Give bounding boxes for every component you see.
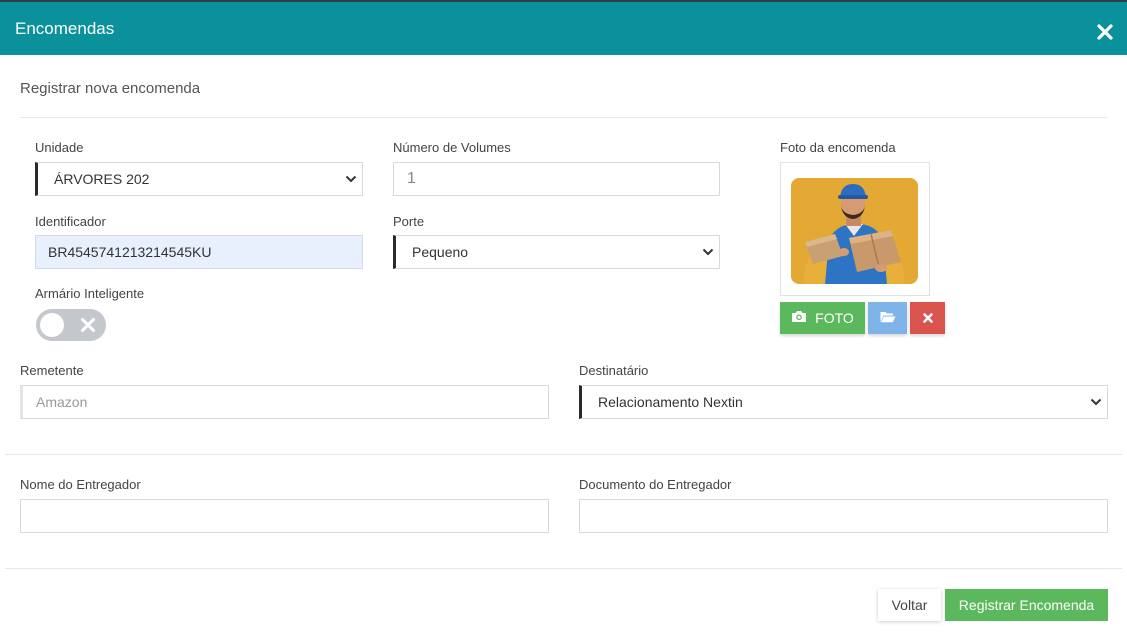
modal-header: Encomendas (0, 2, 1127, 55)
package-photo (791, 178, 918, 284)
destinatario-select[interactable]: Relacionamento Nextin (579, 385, 1108, 419)
volumes-value: 1 (407, 170, 416, 187)
take-photo-button[interactable]: FOTO (780, 302, 865, 334)
documento-entregador-label: Documento do Entregador (579, 477, 732, 492)
unidade-value: ÁRVORES 202 (54, 171, 150, 187)
folder-open-icon (880, 311, 896, 326)
chevron-down-icon (340, 162, 362, 196)
destinatario-label: Destinatário (579, 363, 649, 378)
toggle-knob (40, 313, 64, 337)
camera-icon (791, 310, 807, 326)
divider (5, 568, 1122, 569)
form-subtitle: Registrar nova encomenda (20, 80, 201, 97)
identificador-input[interactable]: BR4545741213214545KU (35, 235, 363, 269)
divider (20, 117, 1107, 118)
volumes-label: Número de Volumes (393, 140, 511, 155)
identificador-value: BR4545741213214545KU (48, 244, 212, 260)
porte-value: Pequeno (412, 244, 469, 260)
armario-toggle[interactable] (36, 309, 106, 341)
destinatario-value: Relacionamento Nextin (598, 394, 743, 410)
registrar-button[interactable]: Registrar Encomenda (945, 589, 1108, 621)
close-icon[interactable] (1095, 22, 1115, 42)
remetente-placeholder: Amazon (36, 394, 88, 410)
documento-entregador-input[interactable] (579, 499, 1108, 533)
toggle-off-icon (80, 317, 96, 333)
identificador-label: Identificador (35, 214, 106, 229)
voltar-button[interactable]: Voltar (878, 589, 941, 621)
volumes-input[interactable]: 1 (393, 162, 720, 196)
armario-label: Armário Inteligente (35, 286, 145, 301)
remetente-input[interactable]: Amazon (20, 385, 549, 419)
porte-select[interactable]: Pequeno (393, 235, 720, 269)
unidade-select[interactable]: ÁRVORES 202 (35, 162, 363, 196)
modal-title: Encomendas (15, 19, 115, 38)
divider (5, 454, 1122, 455)
photo-label: Foto da encomenda (780, 140, 896, 155)
photo-preview (780, 162, 930, 296)
remove-photo-button[interactable] (910, 302, 945, 334)
take-photo-label: FOTO (815, 310, 854, 326)
delete-icon (922, 311, 933, 326)
chevron-down-icon (1085, 385, 1107, 419)
remetente-label: Remetente (20, 363, 84, 378)
nome-entregador-label: Nome do Entregador (20, 477, 141, 492)
upload-photo-button[interactable] (868, 302, 907, 334)
nome-entregador-input[interactable] (20, 499, 549, 533)
chevron-down-icon (697, 235, 719, 269)
unidade-label: Unidade (35, 140, 84, 155)
porte-label: Porte (393, 214, 425, 229)
